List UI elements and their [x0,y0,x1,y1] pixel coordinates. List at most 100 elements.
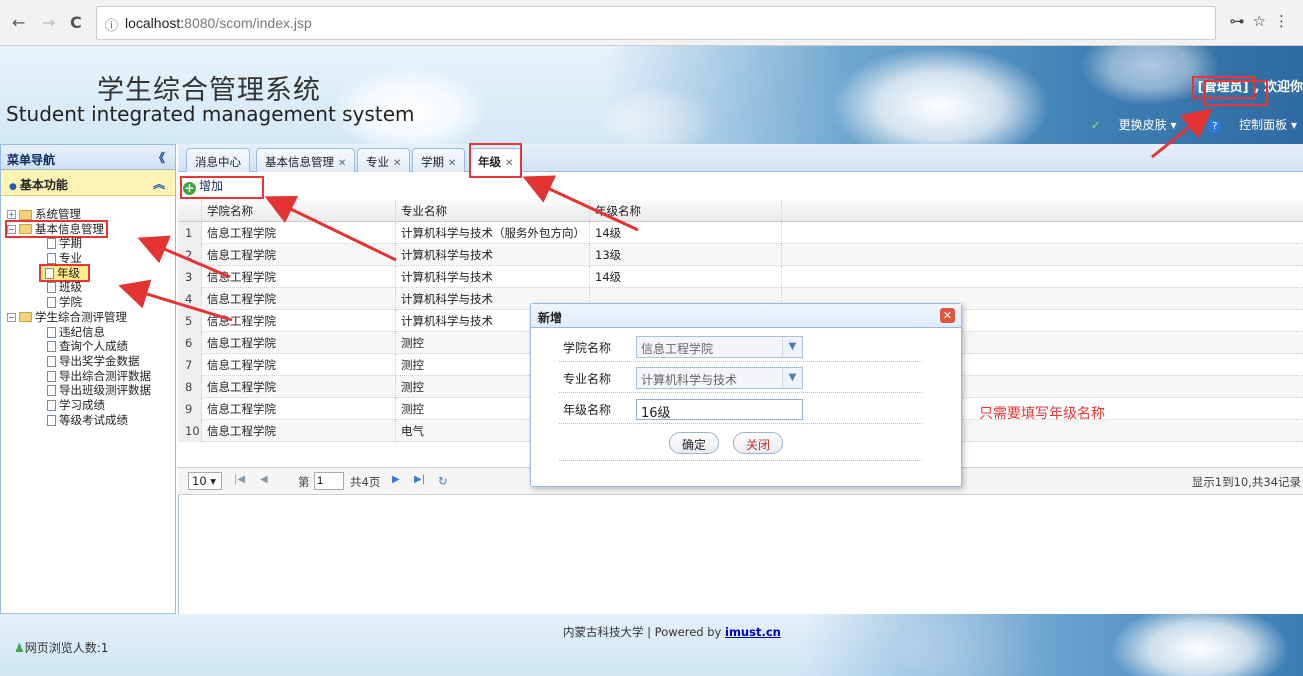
tab-bar: 消息中心 基本信息管理 ✕ 专业 ✕ 学期 ✕ 年级 ✕ [178,144,1303,173]
page-prefix: 第 [298,475,310,489]
help-icon: ? [1208,120,1222,133]
college-select[interactable]: 信息工程学院 ▼ [636,336,803,358]
star-icon[interactable]: ☆ [1253,12,1274,30]
file-icon [47,414,56,426]
table-row[interactable]: 2 信息工程学院 计算机科学与技术 13级 [178,244,1303,266]
tree-node-export-evaluation[interactable]: 导出综合测评数据 [7,369,151,384]
file-icon [47,326,56,338]
grid-header: 学院名称 专业名称 年级名称 [178,200,1303,222]
folder-icon [19,209,32,220]
file-icon [47,370,56,382]
tree-node-term[interactable]: 学期 [7,236,151,251]
tab-message-center[interactable]: 消息中心 [186,148,250,172]
file-icon [47,297,56,309]
last-page-icon[interactable]: ▶| [414,474,425,485]
app-footer: ♟网页浏览人数:1 内蒙古科技大学 | Powered by imust.cn [0,614,1303,676]
column-header[interactable]: 年级名称 [590,200,782,222]
file-icon [47,385,56,397]
column-header[interactable]: 专业名称 [396,200,590,222]
expand-icon[interactable]: + [7,210,16,219]
confirm-button[interactable]: 确定 [669,432,720,454]
control-panel-menu[interactable]: ? 控制面板 ▾ [1194,118,1297,133]
folder-open-icon [19,312,32,323]
refresh-icon[interactable]: ↻ [438,474,448,488]
tree-node-system[interactable]: + 系统管理 [7,207,151,222]
tree-node-evaluation[interactable]: − 学生综合测评管理 [7,310,151,325]
close-tab-icon[interactable]: ✕ [338,158,346,169]
info-icon[interactable]: ⓘ [105,15,118,34]
annotation-text: 只需要填写年级名称 [979,406,1105,422]
url-path: 8080/scom/index.jsp [184,15,312,31]
folder-open-icon [19,224,32,235]
tree-node-level-exam[interactable]: 等级考试成绩 [7,413,151,428]
tree-node-study-score[interactable]: 学习成绩 [7,398,151,413]
tab-major[interactable]: 专业 ✕ [357,148,411,172]
highlight-box [469,143,522,178]
tree-node-query-score[interactable]: 查询个人成绩 [7,339,151,354]
url-host: localhost: [125,15,185,31]
nav-section-basic[interactable]: ● 基本功能 ︽ [1,170,175,196]
dialog-title: 新增 [538,311,563,325]
close-button[interactable]: 关闭 [733,432,784,454]
collapse-node-icon[interactable]: − [7,224,16,234]
close-tab-icon[interactable]: ✕ [393,158,401,169]
form-row-major: 专业名称 计算机科学与技术 ▼ [559,363,922,393]
chevron-down-icon[interactable]: ▼ [782,337,802,357]
content-empty-area [178,495,1303,614]
tree-node-discipline[interactable]: 违纪信息 [7,325,151,340]
file-icon [47,399,56,411]
collapse-icon[interactable]: 《 [153,149,165,166]
nav-header: 菜单导航 《 [1,145,175,170]
chevron-down-icon[interactable]: ▼ [782,368,802,388]
page-size-select[interactable]: 10 ▾ [188,472,222,490]
tree-node-class[interactable]: 班级 [7,280,151,295]
file-icon [47,253,56,265]
tab-term[interactable]: 学期 ✕ [412,148,466,172]
app-title-en: Student integrated management system [6,102,415,126]
tree-node-export-scholarship[interactable]: 导出奖学金数据 [7,354,151,369]
first-page-icon[interactable]: |◀ [234,474,245,485]
file-icon [47,282,56,294]
key-icon[interactable]: ⊶ [1230,12,1253,30]
page-total: 共4页 [350,475,381,489]
tree-node-major[interactable]: 专业 [7,251,151,266]
prev-page-icon[interactable]: ◀ [260,474,268,485]
field-label: 学院名称 [563,341,612,355]
nav-title: 菜单导航 [7,153,56,167]
reload-icon[interactable]: C [70,13,82,32]
file-icon [47,341,56,353]
bullet-icon: ● [9,182,17,192]
dialog-header: 新增 ✕ [531,304,961,328]
menu-icon[interactable]: ⋮ [1274,12,1297,30]
next-page-icon[interactable]: ▶ [392,474,400,485]
section-toggle-icon[interactable]: ︽ [153,175,165,192]
tree-node-grade[interactable]: 年级 [7,263,151,283]
powered-link[interactable]: imust.cn [725,625,781,639]
tree-node-export-class[interactable]: 导出班级测评数据 [7,383,151,398]
address-bar[interactable]: ⓘ localhost:8080/scom/index.jsp [96,6,1216,40]
forward-icon[interactable]: → [42,13,55,32]
tree-node-basic-info[interactable]: − 基本信息管理 [5,219,151,239]
dialog-close-icon[interactable]: ✕ [940,308,955,323]
table-row[interactable]: 1 信息工程学院 计算机科学与技术（服务外包方向） 14级 [178,222,1303,244]
highlight-box [180,176,264,199]
major-select[interactable]: 计算机科学与技术 ▼ [636,367,803,389]
url-text: localhost:8080/scom/index.jsp [125,15,312,31]
user-icon: ♟ [14,641,25,655]
powered-by: 内蒙古科技大学 | Powered by imust.cn [563,625,781,639]
collapse-node-icon[interactable]: − [7,312,16,322]
page-number-input[interactable] [314,472,344,490]
left-nav-panel: 菜单导航 《 ● 基本功能 ︽ + 系统管理 − 基本信息管理 学期 专业 年级 班级 学… [0,144,176,614]
back-icon[interactable]: ← [12,13,25,32]
add-dialog: 新增 ✕ 学院名称 信息工程学院 ▼ 专业名称 计算机科学与技术 ▼ 年级名称 16级… [530,303,962,487]
check-icon: ✓ [1090,118,1101,132]
highlight-box [1204,80,1268,106]
file-icon [47,355,56,367]
tree-node-college[interactable]: 学院 [7,295,151,310]
tab-basic-info[interactable]: 基本信息管理 ✕ [256,148,356,172]
table-row[interactable]: 3 信息工程学院 计算机科学与技术 14级 [178,266,1303,288]
column-header[interactable]: 学院名称 [202,200,396,222]
grade-name-input[interactable]: 16级 [636,399,803,421]
close-tab-icon[interactable]: ✕ [448,158,456,169]
change-skin-menu[interactable]: ✓ 更换皮肤 ▾ [1077,118,1177,132]
